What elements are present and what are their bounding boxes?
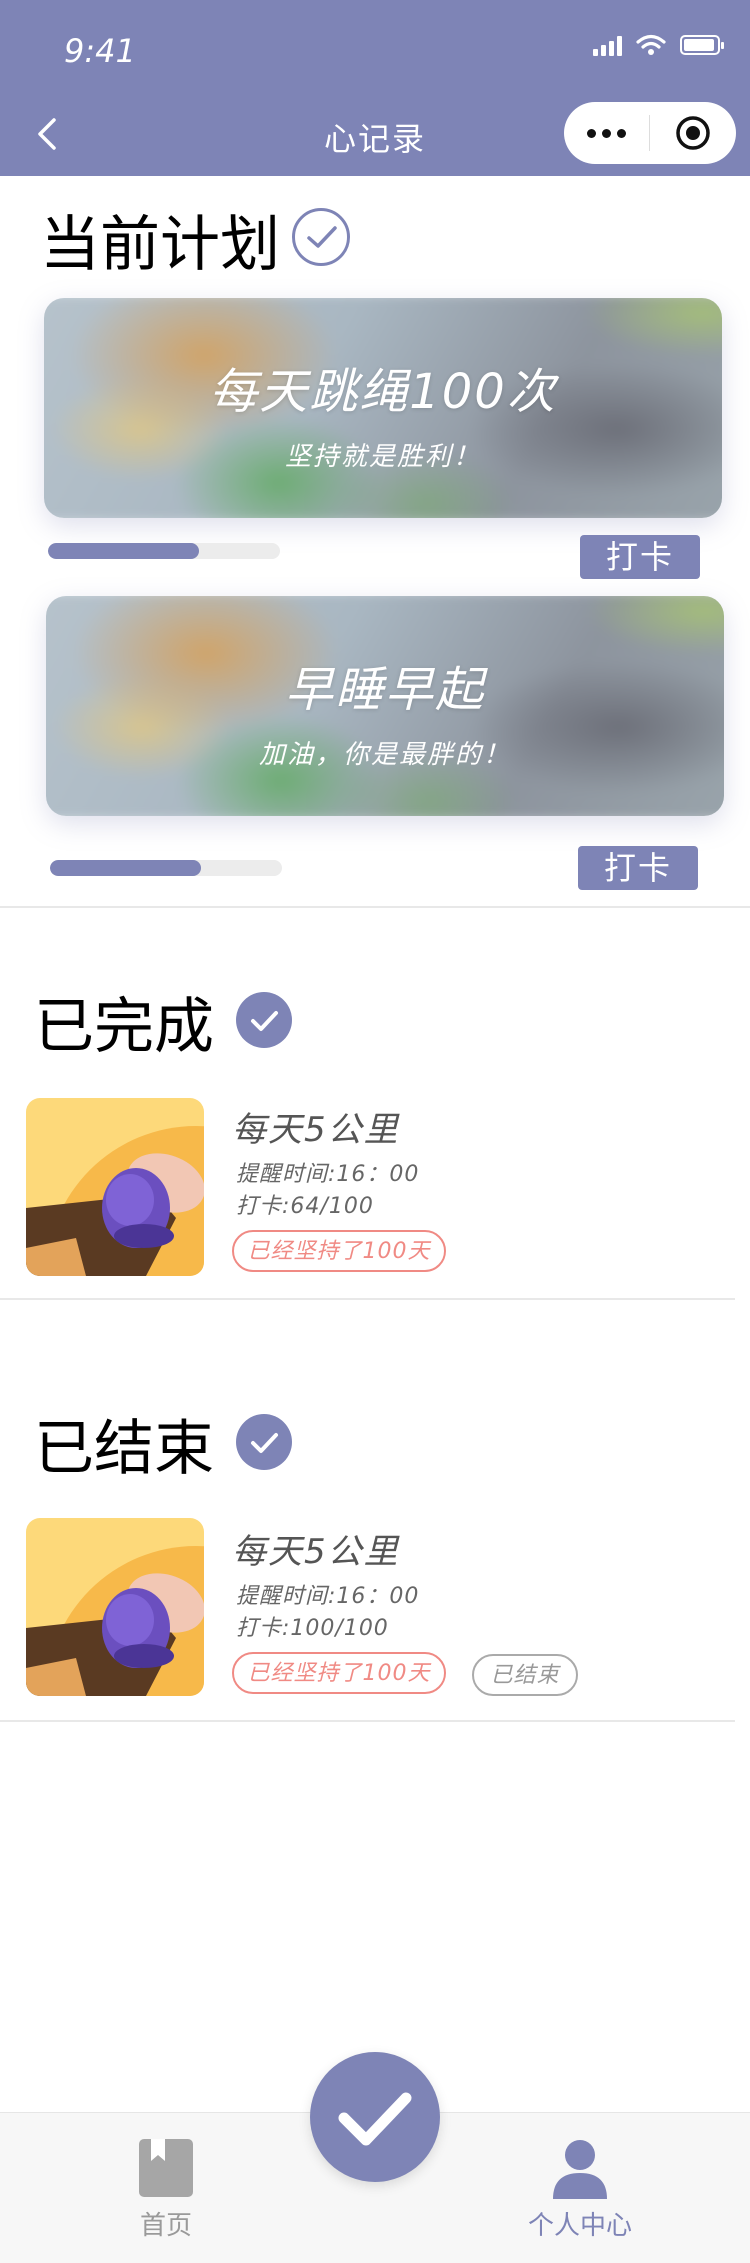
plan-progress-bar — [48, 543, 280, 559]
mini-program-capsule — [564, 102, 736, 164]
signal-icon — [593, 34, 622, 56]
more-icon[interactable] — [564, 128, 649, 138]
item-name: 每天5公里 — [232, 1110, 400, 1150]
plan-subtitle: 坚持就是胜利！ — [284, 442, 481, 472]
status-icons — [593, 34, 724, 56]
wifi-icon — [636, 34, 666, 55]
check-outline-icon — [292, 208, 350, 266]
item-name: 每天5公里 — [232, 1532, 400, 1572]
item-checkin-count: 打卡:100/100 — [236, 1616, 389, 1641]
plan-card[interactable]: 每天跳绳100次 坚持就是胜利！ — [44, 298, 722, 518]
check-filled-icon — [236, 1414, 292, 1470]
checkin-fab-button[interactable] — [310, 2052, 440, 2182]
tab-home[interactable]: 首页 — [66, 2113, 266, 2263]
tab-home-label: 首页 — [139, 2211, 192, 2241]
status-bar: 9:41 — [0, 0, 750, 100]
current-plans-heading: 当前计划 — [40, 210, 280, 280]
section-divider — [0, 1298, 735, 1300]
check-icon — [338, 2092, 412, 2146]
tab-profile-label: 个人中心 — [527, 2211, 632, 2241]
item-checkin-count: 打卡:64/100 — [236, 1194, 374, 1219]
status-time: 9:41 — [64, 32, 136, 70]
battery-icon — [680, 35, 724, 55]
item-reminder-time: 提醒时间:16：00 — [236, 1162, 420, 1187]
plan-progress-bar — [50, 860, 282, 876]
item-thumbnail — [26, 1098, 204, 1276]
item-thumbnail — [26, 1518, 204, 1696]
book-icon — [139, 2139, 193, 2197]
check-filled-icon — [236, 992, 292, 1048]
streak-tag: 已经坚持了100天 — [232, 1230, 446, 1272]
plan-title: 早睡早起 — [284, 662, 485, 718]
plan-progress-fill — [48, 543, 199, 559]
plan-card[interactable]: 早睡早起 加油，你是最胖的！ — [46, 596, 724, 816]
item-reminder-time: 提醒时间:16：00 — [236, 1584, 420, 1609]
nav-bar: 心记录 — [0, 100, 750, 176]
plan-progress-fill — [50, 860, 201, 876]
streak-tag: 已经坚持了100天 — [232, 1652, 446, 1694]
section-divider — [0, 1720, 735, 1722]
ended-heading: 已结束 — [34, 1414, 214, 1484]
user-icon — [553, 2140, 607, 2199]
tab-profile[interactable]: 个人中心 — [480, 2113, 680, 2263]
close-target-icon[interactable] — [650, 114, 735, 152]
checkin-button[interactable]: 打卡 — [578, 846, 698, 890]
checkin-button[interactable]: 打卡 — [580, 535, 700, 579]
plan-subtitle: 加油，你是最胖的！ — [258, 740, 511, 770]
section-divider — [0, 906, 750, 908]
ended-status-tag: 已结束 — [472, 1654, 578, 1696]
plan-title: 每天跳绳100次 — [209, 364, 557, 420]
completed-heading: 已完成 — [34, 992, 214, 1062]
